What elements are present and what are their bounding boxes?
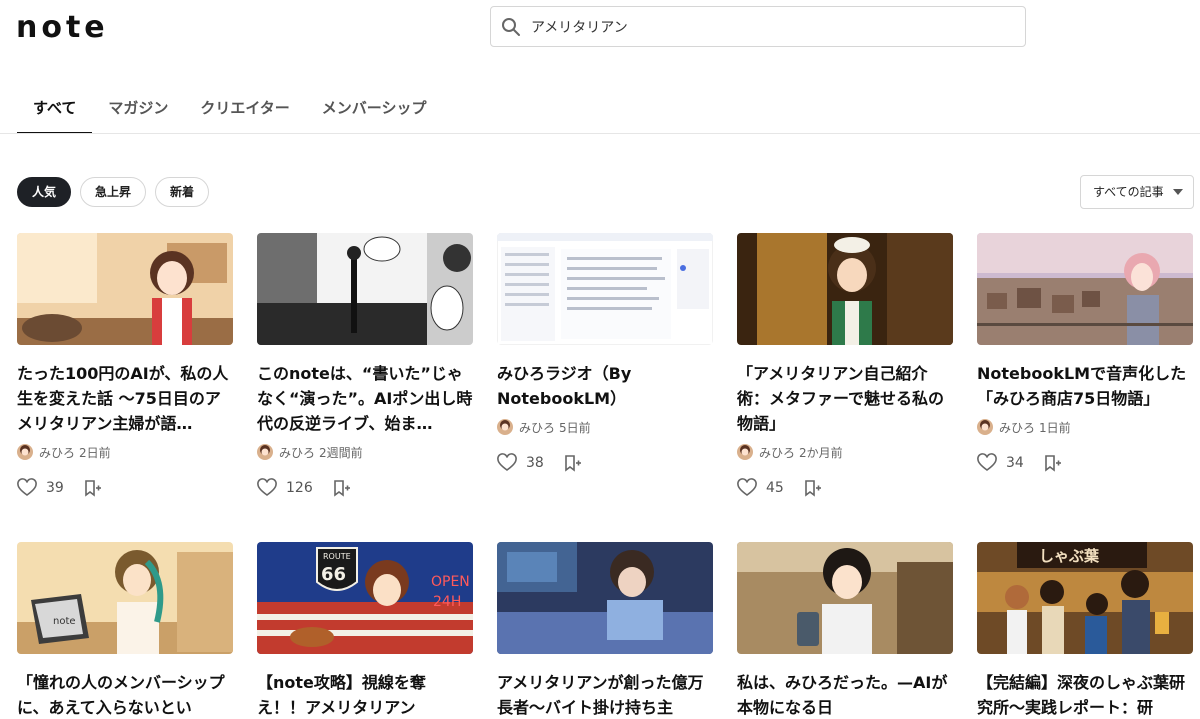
tab-magazine[interactable]: マガジン (92, 84, 184, 134)
like-count: 126 (286, 480, 313, 496)
article-card[interactable]: note 「憧れの人のメンバーシップに、あえて入らないとい (17, 542, 233, 719)
article-title[interactable]: このnoteは、“書いた”じゃなく“演った”。AIポン出し時代の反逆ライブ、始ま… (257, 361, 473, 436)
article-thumbnail[interactable] (737, 233, 953, 345)
heart-icon[interactable] (977, 453, 997, 473)
magazine-add-icon[interactable] (562, 453, 582, 473)
tab-membership[interactable]: メンバーシップ (306, 84, 443, 134)
author-name[interactable]: みひろ (39, 444, 75, 461)
article-thumbnail[interactable]: ROUTE 66 OPEN 24H (257, 542, 473, 654)
heart-icon[interactable] (17, 478, 37, 498)
filter-chips: 人気 急上昇 新着 (17, 177, 210, 207)
magazine-add-icon[interactable] (802, 478, 822, 498)
heart-icon[interactable] (737, 478, 757, 498)
heart-icon[interactable] (497, 453, 517, 473)
shop-sign: しゃぶ葉 (1039, 547, 1100, 565)
article-actions: 39 (17, 476, 233, 500)
article-title[interactable]: 私は、みひろだった。—AIが本物になる日 (737, 670, 953, 719)
article-card[interactable]: ROUTE 66 OPEN 24H 【note攻略】視線を奪え！！アメリタリアン (257, 542, 473, 719)
article-meta: みひろ 2日前 (17, 440, 233, 464)
article-meta: みひろ 2か月前 (737, 440, 953, 464)
tab-all[interactable]: すべて (17, 84, 93, 134)
magazine-add-icon[interactable] (331, 478, 351, 498)
avatar[interactable] (737, 444, 753, 460)
magazine-add-icon[interactable] (82, 478, 102, 498)
laptop-label: note (53, 616, 76, 627)
article-thumbnail[interactable] (497, 542, 713, 654)
article-actions: 38 (497, 451, 713, 475)
article-thumbnail[interactable] (497, 233, 713, 345)
filter-trending[interactable]: 急上昇 (80, 177, 147, 207)
post-time: 2日前 (79, 445, 111, 460)
note-logo[interactable]: note (16, 10, 109, 45)
logo-text: note (16, 10, 109, 45)
route-number: 66 (321, 564, 346, 585)
article-actions: 34 (977, 451, 1193, 475)
article-actions: 126 (257, 476, 473, 500)
article-title[interactable]: たった100円のAIが、私の人生を変えた話 ～75日目のアメリタリアン主婦が語… (17, 361, 233, 436)
avatar[interactable] (17, 444, 33, 460)
article-card[interactable]: アメリタリアンが創った億万長者～バイト掛け持ち主 (497, 542, 713, 719)
post-time: 1日前 (1039, 420, 1071, 435)
tabs-divider (0, 133, 1200, 134)
article-card[interactable]: このnoteは、“書いた”じゃなく“演った”。AIポン出し時代の反逆ライブ、始ま… (257, 233, 473, 500)
article-thumbnail[interactable] (977, 233, 1193, 345)
route-label: ROUTE (323, 552, 351, 561)
tab-creator[interactable]: クリエイター (184, 84, 305, 134)
heart-icon[interactable] (257, 478, 277, 498)
author-name[interactable]: みひろ (279, 444, 315, 461)
article-card[interactable]: 私は、みひろだった。—AIが本物になる日 (737, 542, 953, 719)
author-name[interactable]: みひろ (999, 419, 1035, 436)
filter-new[interactable]: 新着 (155, 177, 210, 207)
article-card[interactable]: しゃぶ葉 【完結編】深夜のしゃぶ葉研究所～実践レポート：研 (977, 542, 1193, 719)
article-title[interactable]: 「アメリタリアン自己紹介術：メタファーで魅せる私の物語」 (737, 361, 953, 436)
search-input[interactable] (531, 18, 991, 35)
article-thumbnail[interactable]: しゃぶ葉 (977, 542, 1193, 654)
like-count: 45 (766, 480, 784, 496)
sort-label: すべての記事 (1093, 185, 1164, 199)
article-card[interactable]: NotebookLMで音声化した「みひろ商店75日物語」 みひろ 1日前 34 (977, 233, 1193, 475)
article-meta: みひろ 2週間前 (257, 440, 473, 464)
post-time: 2週間前 (319, 445, 363, 460)
article-card[interactable]: 「アメリタリアン自己紹介術：メタファーで魅せる私の物語」 みひろ 2か月前 45 (737, 233, 953, 500)
article-thumbnail[interactable] (17, 233, 233, 345)
author-name[interactable]: みひろ (519, 419, 555, 436)
chevron-down-icon (1173, 189, 1183, 195)
sort-dropdown[interactable]: すべての記事 (1080, 175, 1194, 209)
author-name[interactable]: みひろ (759, 444, 795, 461)
avatar[interactable] (257, 444, 273, 460)
avatar[interactable] (497, 419, 513, 435)
article-thumbnail[interactable] (737, 542, 953, 654)
post-time: 2か月前 (799, 445, 843, 460)
article-card[interactable]: たった100円のAIが、私の人生を変えた話 ～75日目のアメリタリアン主婦が語…… (17, 233, 233, 500)
article-thumbnail[interactable]: note (17, 542, 233, 654)
like-count: 34 (1006, 455, 1024, 471)
article-title[interactable]: 【note攻略】視線を奪え！！アメリタリアン (257, 670, 473, 719)
article-card[interactable]: みひろラジオ（By NotebookLM） みひろ 5日前 38 (497, 233, 713, 475)
24h-sign: 24H (433, 594, 461, 610)
article-title[interactable]: アメリタリアンが創った億万長者～バイト掛け持ち主 (497, 670, 713, 719)
article-actions: 45 (737, 476, 953, 500)
article-title[interactable]: NotebookLMで音声化した「みひろ商店75日物語」 (977, 361, 1193, 411)
article-title[interactable]: 「憧れの人のメンバーシップに、あえて入らないとい (17, 670, 233, 719)
search-icon (502, 17, 520, 36)
like-count: 39 (46, 480, 64, 496)
search-tabs: すべて マガジン クリエイター メンバーシップ (17, 84, 442, 134)
search-box[interactable] (490, 6, 1026, 47)
magazine-add-icon[interactable] (1042, 453, 1062, 473)
article-meta: みひろ 5日前 (497, 415, 713, 439)
like-count: 38 (526, 455, 544, 471)
article-title[interactable]: みひろラジオ（By NotebookLM） (497, 361, 713, 411)
open-sign: OPEN (431, 574, 470, 590)
article-meta: みひろ 1日前 (977, 415, 1193, 439)
post-time: 5日前 (559, 420, 591, 435)
avatar[interactable] (977, 419, 993, 435)
filter-popular[interactable]: 人気 (17, 177, 72, 207)
article-thumbnail[interactable] (257, 233, 473, 345)
article-title[interactable]: 【完結編】深夜のしゃぶ葉研究所～実践レポート：研 (977, 670, 1193, 719)
